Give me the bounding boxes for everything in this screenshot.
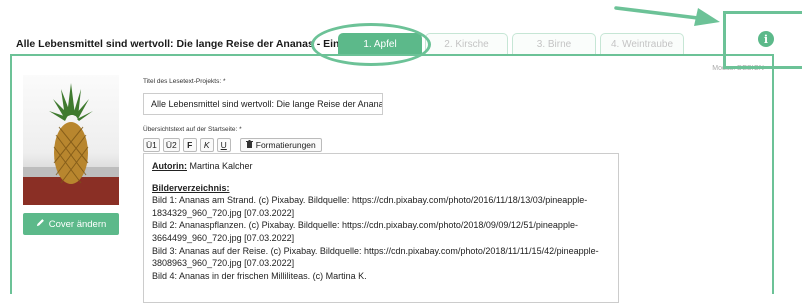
- heading2-button[interactable]: Ü2: [162, 138, 180, 152]
- editor-line: Bild 2: Ananaspflanzen. (c) Pixabay. Bil…: [152, 220, 578, 231]
- formatting-button[interactable]: Formatierungen: [239, 138, 322, 152]
- italic-button[interactable]: K: [199, 138, 214, 152]
- underline-button[interactable]: U: [216, 138, 231, 152]
- pineapple-illustration: [23, 83, 119, 205]
- info-icon[interactable]: i: [758, 31, 774, 47]
- change-cover-button[interactable]: Cover ändern: [23, 213, 119, 235]
- editor-line: 1834329_960_720.jpg [07.03.2022]: [152, 207, 295, 218]
- bold-button[interactable]: F: [182, 138, 197, 152]
- editor-line: Bild 3: Ananas auf der Reise. (c) Pixaba…: [152, 245, 599, 256]
- annotation-arrow-icon: [614, 6, 720, 26]
- image-list-heading: Bilderverzeichnis:: [152, 182, 230, 193]
- pencil-icon: [36, 218, 45, 230]
- overview-text-editor[interactable]: Autorin: Martina Kalcher Bilderverzeichn…: [143, 153, 619, 303]
- tab-weintraube[interactable]: 4. Weintraube: [600, 33, 684, 55]
- formatting-label: Formatierungen: [255, 140, 316, 150]
- overview-text-label: Übersichtstext auf der Startseite: *: [143, 126, 242, 133]
- editor-line: Bild 4: Ananas in der frischen Millilite…: [152, 270, 367, 281]
- title-field-label: Titel des Lesetext-Projekts: *: [143, 78, 226, 85]
- project-panel: Modus: DESIGN Cover ändern Titel des Les…: [10, 54, 774, 303]
- highlight-ellipse: [311, 23, 431, 66]
- change-cover-label: Cover ändern: [48, 218, 107, 230]
- tab-kirsche[interactable]: 2. Kirsche: [425, 33, 508, 55]
- author-line: Autorin: Martina Kalcher: [152, 160, 610, 173]
- author-label: Autorin:: [152, 161, 187, 171]
- cover-image: [23, 75, 119, 205]
- tab-birne[interactable]: 3. Birne: [512, 33, 596, 55]
- author-name: Martina Kalcher: [187, 161, 253, 171]
- editor-line: 3808963_960_720.jpg [07.03.2022]: [152, 258, 295, 269]
- project-title-input[interactable]: Alle Lebensmittel sind wertvoll: Die lan…: [143, 93, 383, 115]
- editor-line: 3664499_960_720.jpg [07.03.2022]: [152, 232, 295, 243]
- editor-toolbar: Ü1 Ü2 F K U Formatierungen: [143, 138, 322, 152]
- trash-icon: [245, 140, 253, 150]
- heading1-button[interactable]: Ü1: [143, 138, 160, 152]
- editor-line: Bild 1: Ananas am Strand. (c) Pixabay. B…: [152, 195, 588, 206]
